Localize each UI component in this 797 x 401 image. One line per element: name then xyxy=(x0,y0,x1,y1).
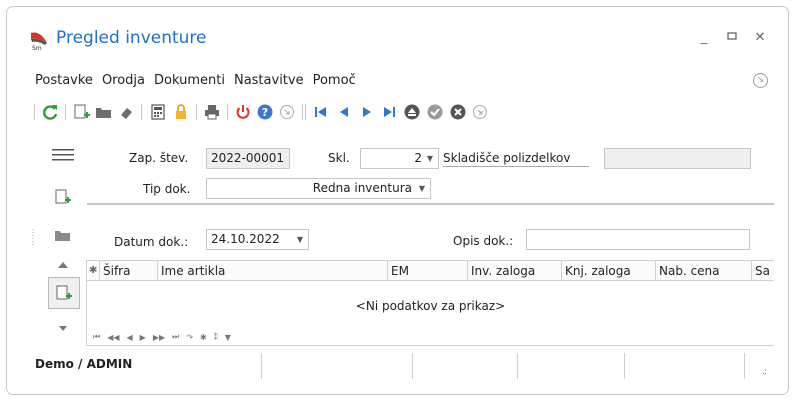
folder-icon[interactable] xyxy=(53,225,73,245)
first-record-icon[interactable] xyxy=(311,102,331,122)
next-record-icon[interactable] xyxy=(357,102,377,122)
maximize-icon xyxy=(727,32,737,40)
lock-icon[interactable] xyxy=(171,102,191,122)
nav-append-icon[interactable]: ✱ xyxy=(200,333,207,342)
tip-dokumenta-dropdown[interactable]: Redna inventura ▼ xyxy=(206,178,431,199)
grid-navigator: ⏮ ◀◀ ◀ ▶ ▶▶ ⏭ ↷ ✱ ⁑ ▼ xyxy=(93,331,231,343)
svg-text:?: ? xyxy=(262,106,268,119)
maximize-button[interactable] xyxy=(725,31,739,45)
nav-last-icon[interactable]: ⏭ xyxy=(172,332,179,342)
grid-header: ✱ Šifra Ime artikla EM Inv. zaloga Knj. … xyxy=(87,261,774,281)
menu-nastavitve[interactable]: Nastavitve xyxy=(234,73,304,91)
svg-text:Sm: Sm xyxy=(32,45,42,51)
zap-stev-field[interactable]: 2022-00001 xyxy=(206,148,290,169)
menu-bar: Postavke Orodja Dokumenti Nastavitve Pom… xyxy=(35,73,365,91)
column-ime-artikla[interactable]: Ime artikla xyxy=(158,261,388,281)
opis-label: Opis dok.: xyxy=(453,234,514,248)
inventory-window: Sm Pregled inventure _ ✕ Postavke Orodja… xyxy=(6,6,789,395)
items-grid: ✱ Šifra Ime artikla EM Inv. zaloga Knj. … xyxy=(86,260,774,346)
scroll-up-icon[interactable] xyxy=(53,259,73,271)
menu-pomoc[interactable]: Pomoč xyxy=(313,73,356,91)
new-document-icon xyxy=(56,285,72,300)
chevron-down-icon: ▼ xyxy=(426,154,433,163)
nav-first-icon[interactable]: ⏮ xyxy=(93,332,100,342)
datum-value: 24.10.2022 xyxy=(211,232,280,246)
column-nab-cena[interactable]: Nab. cena xyxy=(656,261,752,281)
nav-insert-icon[interactable]: ⁑ xyxy=(214,333,218,342)
new-document-icon[interactable] xyxy=(53,187,73,207)
menu-dokumenti[interactable]: Dokumenti xyxy=(154,73,225,91)
previous-record-icon[interactable] xyxy=(334,102,354,122)
column-sa[interactable]: Sa xyxy=(752,261,775,281)
chevron-down-icon: ▼ xyxy=(418,184,425,193)
nav-prev-icon[interactable]: ◀ xyxy=(127,333,133,342)
grid-empty-message: <Ni podatkov za prikaz> xyxy=(355,299,506,313)
folder-icon[interactable] xyxy=(94,102,114,122)
nav-filter-icon[interactable]: ▼ xyxy=(225,333,231,342)
nav-prev-page-icon[interactable]: ◀◀ xyxy=(107,333,119,342)
scroll-down-icon[interactable] xyxy=(53,323,73,333)
column-sifra[interactable]: Šifra xyxy=(100,261,158,281)
arrow-circle-icon[interactable] xyxy=(277,102,297,122)
chevron-down-icon: ▼ xyxy=(296,235,303,244)
skl-name: Skladišče polizdelkov xyxy=(443,151,589,167)
tip-value: Redna inventura xyxy=(312,181,412,195)
calculator-icon[interactable] xyxy=(148,102,168,122)
skl-dropdown[interactable]: 2 ▼ xyxy=(360,148,439,169)
new-row-icon[interactable]: ✱ xyxy=(87,261,100,281)
splitter-handle[interactable] xyxy=(31,229,35,245)
zap-label: Zap. štev. xyxy=(129,151,189,165)
last-record-icon[interactable] xyxy=(379,102,399,122)
nav-next-page-icon[interactable]: ▶▶ xyxy=(153,333,165,342)
menu-expand-icon[interactable]: ↘ xyxy=(753,73,768,88)
app-logo-icon: Sm xyxy=(31,32,47,51)
datum-dokumenta-field[interactable]: 24.10.2022 ▼ xyxy=(206,229,309,250)
status-bar: Demo / ADMIN .: xyxy=(7,349,788,394)
menu-postavke[interactable]: Postavke xyxy=(35,73,93,91)
status-user: Demo / ADMIN xyxy=(35,357,133,371)
left-sidebar xyxy=(32,141,89,341)
window-title: Pregled inventure xyxy=(56,28,207,48)
column-knj-zaloga[interactable]: Knj. zaloga xyxy=(562,261,656,281)
toolbar: ? xyxy=(32,100,772,124)
column-inv-zaloga[interactable]: Inv. zaloga xyxy=(468,261,562,281)
close-button[interactable]: ✕ xyxy=(753,31,767,45)
section-divider xyxy=(87,203,774,205)
resize-grip-icon[interactable]: .: xyxy=(762,367,767,377)
new-document-button-active[interactable] xyxy=(48,277,80,309)
check-icon[interactable] xyxy=(425,102,445,122)
document-header: Zap. štev. 2022-00001 Skl. 2 ▼ Skladišče… xyxy=(87,140,774,199)
print-icon[interactable] xyxy=(202,102,222,122)
menu-orodja[interactable]: Orodja xyxy=(102,73,145,91)
datum-label: Datum dok.: xyxy=(114,235,189,249)
new-document-icon[interactable] xyxy=(72,102,92,122)
nav-next-icon[interactable]: ▶ xyxy=(140,333,146,342)
minimize-button[interactable]: _ xyxy=(697,31,711,45)
nav-refresh-icon[interactable]: ↷ xyxy=(186,333,193,342)
skl-label: Skl. xyxy=(328,151,350,165)
help-icon[interactable]: ? xyxy=(255,102,275,122)
cancel-icon[interactable] xyxy=(448,102,468,122)
tip-label: Tip dok. xyxy=(143,182,191,196)
skl-extra-field[interactable] xyxy=(604,148,751,169)
title-bar: Sm Pregled inventure _ ✕ xyxy=(7,7,788,67)
arrow-circle-icon-2[interactable] xyxy=(470,102,490,122)
eject-icon[interactable] xyxy=(402,102,422,122)
hamburger-menu-icon[interactable] xyxy=(51,147,75,163)
eraser-icon[interactable] xyxy=(116,102,136,122)
power-icon[interactable] xyxy=(233,102,253,122)
refresh-icon[interactable] xyxy=(40,102,60,122)
column-em[interactable]: EM xyxy=(388,261,468,281)
skl-value: 2 xyxy=(414,151,422,165)
opis-dokumenta-input[interactable] xyxy=(526,229,750,250)
